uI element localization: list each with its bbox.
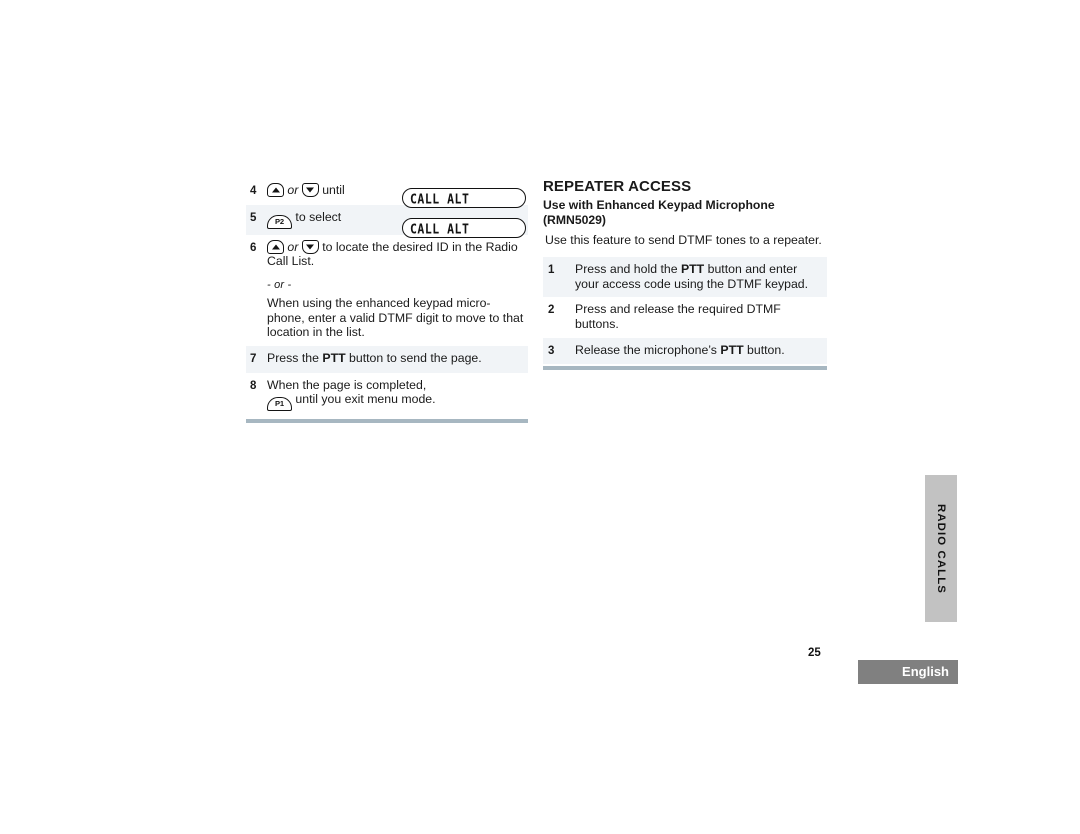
subheading-line2: (RMN5029): [543, 212, 606, 227]
step-number: 7: [250, 353, 257, 366]
step-number: 8: [250, 379, 257, 392]
down-arrow-key-icon: [301, 239, 319, 254]
step-text: or to locate the desired ID in the Radio…: [267, 239, 528, 269]
step-row-3: 3 Release the microphone’s PTT button.: [543, 337, 827, 365]
side-tab-radio-calls: RADIO CALLS: [925, 475, 957, 622]
ptt-bold-label: PTT: [680, 262, 705, 277]
step-8-line2: until you exit menu mode.: [295, 392, 436, 407]
step-row-8: 8 When the page is completed, P1 until y…: [246, 373, 528, 418]
lcd-display-call-alt-2: CALL ALT: [402, 218, 526, 238]
lcd-text: CALL ALT: [410, 191, 470, 207]
step-number: 5: [250, 211, 257, 224]
ptt-bold-label: PTT: [322, 351, 346, 366]
manual-page: 4 or until 5 P2 to select 6 or to locate…: [0, 0, 1080, 834]
left-column-bottom-rule: [246, 419, 528, 424]
step-row-6: 6 or to locate the desired ID in the Rad…: [246, 235, 528, 275]
left-column: 4 or until 5 P2 to select 6 or to locate…: [246, 178, 528, 424]
step-number: 3: [548, 344, 555, 357]
p1-key-icon: P1: [267, 397, 292, 412]
up-arrow-key-icon: [267, 239, 284, 254]
right-column: REPEATER ACCESS Use with Enhanced Keypad…: [543, 178, 827, 371]
step-8-line1: When the page is completed,: [267, 377, 427, 392]
step-4-trailing-text: until: [322, 183, 345, 197]
step-text: Press and release the required DTMF butt…: [575, 302, 827, 331]
step-7-text-before: Press the: [267, 351, 323, 366]
step-number: 2: [548, 304, 555, 317]
step-row-7: 7 Press the PTT button to send the page.: [246, 346, 528, 373]
lcd-text: CALL ALT: [410, 221, 470, 237]
step-2-text: Press and release the required DTMF butt…: [575, 302, 781, 331]
step-1-text-before: Press and hold the: [575, 262, 681, 277]
step-number: 6: [250, 241, 257, 254]
step-text: Press the PTT button to send the page.: [267, 351, 528, 366]
or-label: or: [287, 239, 299, 254]
or-label: or: [287, 183, 299, 197]
subheading-line1: Use with Enhanced Keypad Microphone: [543, 198, 775, 212]
step-number: 1: [548, 264, 555, 277]
lcd-display-call-alt-1: CALL ALT: [402, 188, 526, 208]
down-arrow-key-icon: [301, 183, 319, 197]
language-box: English: [858, 660, 958, 684]
step-row-2: 2 Press and release the required DTMF bu…: [543, 297, 827, 337]
section-subheading: Use with Enhanced Keypad Microphone (RMN…: [543, 198, 827, 227]
enhanced-keypad-note: When using the enhanced keypad micro-pho…: [267, 295, 524, 340]
or-separator: - or -: [267, 278, 292, 291]
step-7-text-after: button to send the page.: [345, 351, 482, 366]
page-number: 25: [808, 647, 821, 659]
side-tab-label: RADIO CALLS: [935, 503, 947, 594]
step-text: Release the microphone’s PTT button.: [575, 343, 827, 358]
step-3-text-before: Release the microphone’s: [575, 342, 721, 357]
up-arrow-key-icon: [267, 183, 284, 197]
p2-key-icon: P2: [267, 214, 292, 229]
right-column-bottom-rule: [543, 366, 827, 371]
section-heading: REPEATER ACCESS: [543, 178, 692, 195]
step-number: 4: [250, 185, 257, 197]
language-label: English: [902, 664, 949, 679]
step-text: When the page is completed, P1 until you…: [267, 378, 528, 412]
step-text: Press and hold the PTT button and enter …: [575, 262, 827, 291]
step-row-1: 1 Press and hold the PTT button and ente…: [543, 257, 827, 298]
step-3-text-after: button.: [743, 342, 785, 357]
ptt-bold-label: PTT: [720, 342, 744, 357]
section-intro: Use this feature to send DTMF tones to a…: [545, 233, 822, 247]
step-5-trailing-text: to select: [295, 209, 342, 224]
